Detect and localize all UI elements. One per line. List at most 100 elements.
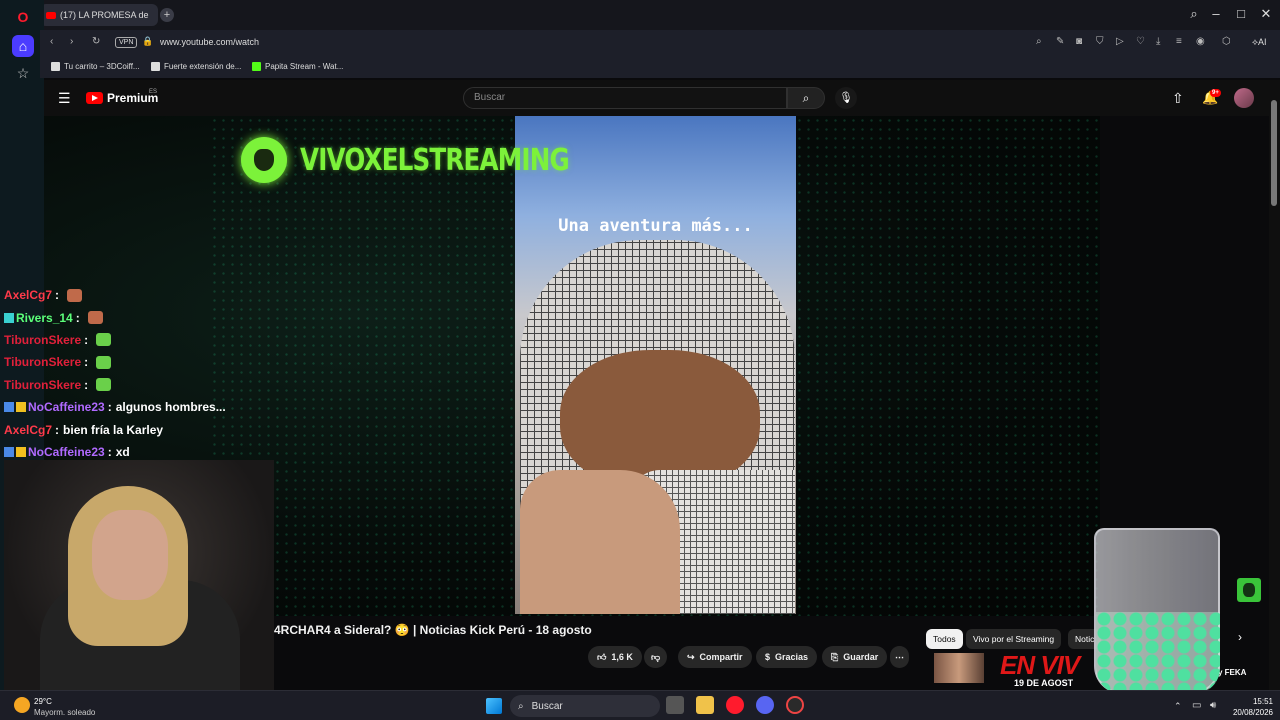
weather-temp[interactable]: 29°C [34, 697, 52, 706]
brand-logo-icon [241, 137, 287, 183]
tab-title: (17) LA PROMESA de [60, 10, 149, 20]
chat-username: TiburonSkere [4, 377, 82, 392]
chip-vivo[interactable]: Vivo por el Streaming [966, 629, 1062, 649]
like-button[interactable]: 👍︎ 1,6 K [588, 646, 642, 668]
app-icon[interactable] [786, 696, 804, 714]
youtube-favicon-icon [46, 11, 56, 19]
crown-badge-icon [16, 402, 26, 413]
camera-icon[interactable]: ◙ [1076, 36, 1082, 47]
taskbar-search[interactable]: ⌕ Buscar [510, 695, 660, 717]
profile-icon[interactable]: ◉ [1196, 36, 1205, 47]
avatar[interactable] [1234, 88, 1254, 108]
back-icon[interactable]: ‹ [50, 36, 53, 47]
recommended-thumbnail[interactable] [934, 653, 984, 683]
more-button[interactable]: ⋯ [890, 646, 909, 668]
thumbnail-title: EN VIV [1000, 650, 1080, 680]
chat-separator: : [55, 422, 60, 437]
chat-emote-icon [96, 355, 112, 369]
thumbnail-channel: y FEKA [1218, 668, 1247, 677]
new-tab-button[interactable]: + [160, 8, 174, 22]
file-explorer-icon[interactable] [696, 696, 714, 714]
thanks-button[interactable]: $ Gracias [756, 646, 818, 668]
opera-logo-icon[interactable]: O [12, 6, 34, 28]
chat-badge-icon [4, 312, 14, 323]
task-view-icon[interactable] [666, 696, 684, 714]
bookmark-item[interactable]: Papita Stream - Wat... [252, 62, 343, 71]
stream-chat: AxelCg7: Rivers_14: TiburonSkere: TiburonSk… [4, 284, 304, 463]
close-button[interactable]: ✕ [1256, 6, 1276, 22]
weather-desc[interactable]: Mayorm. soleado [34, 708, 95, 717]
share-button[interactable]: ↪ Compartir [678, 646, 752, 668]
url-text[interactable]: www.youtube.com/watch [160, 37, 259, 47]
menu-icon[interactable]: ≡ [1176, 36, 1182, 47]
search-button[interactable]: ⌕ [787, 87, 825, 109]
discord-icon[interactable] [756, 696, 774, 714]
chat-emote-icon [87, 311, 103, 325]
clock-date[interactable]: 20/08/2026 [1228, 708, 1273, 717]
dislike-button[interactable]: 👎︎ [644, 646, 668, 668]
shield-icon[interactable]: ⛉ [1096, 36, 1104, 47]
chip-todos[interactable]: Todos [926, 629, 963, 649]
bookmark-item[interactable]: Tu carrito – 3DCoiff... [51, 62, 140, 71]
youtube-logo[interactable]: Premium [86, 91, 158, 105]
chevron-up-icon[interactable]: ⌃ [1174, 701, 1182, 712]
chat-username: NoCaffeine23 [28, 400, 105, 415]
chat-username: NoCaffeine23 [28, 444, 105, 459]
volume-icon[interactable]: 🔊︎ [1210, 700, 1216, 711]
upload-icon[interactable]: ⇧ [1172, 90, 1184, 107]
lock-icon: 🔒 [142, 36, 154, 46]
brand-badge-icon [1237, 578, 1261, 602]
zoom-icon[interactable]: ⌕ [1036, 36, 1042, 47]
save-button[interactable]: ⎘ Guardar [822, 646, 888, 668]
more-icon: ⋯ [895, 651, 904, 662]
reload-icon[interactable]: ↻ [92, 36, 100, 47]
network-icon[interactable]: ▭ [1192, 700, 1201, 711]
chat-separator: : [84, 355, 89, 370]
chat-username: AxelCg7 [4, 288, 53, 303]
search-input[interactable]: Buscar [463, 87, 787, 109]
chat-message: TiburonSkere: [4, 374, 304, 396]
chevron-right-icon[interactable]: › [1238, 630, 1242, 644]
share-icon: ↪ [687, 651, 695, 662]
chat-message: AxelCg7: [4, 284, 304, 306]
chat-emote-icon [67, 288, 83, 302]
opera-taskbar-icon[interactable] [726, 696, 744, 714]
bookmark-item[interactable]: Fuerte extensión de... [151, 62, 241, 71]
chat-text: algunos hombres... [115, 400, 226, 415]
windows-start-icon[interactable] [486, 698, 502, 714]
ai-button[interactable]: ⟡AI [1252, 37, 1266, 48]
chat-text: xd [115, 444, 130, 459]
video-caption: Una aventura más... [558, 216, 753, 236]
chat-message: TiburonSkere: [4, 351, 304, 373]
heart-icon[interactable]: ♡ [1136, 36, 1145, 47]
brand-name: VIVOXELSTREAMING [300, 143, 570, 178]
hamburger-menu-icon[interactable]: ☰ [58, 90, 71, 107]
chat-separator: : [75, 310, 80, 325]
chat-username: TiburonSkere [4, 355, 82, 370]
play-icon[interactable]: ▷ [1116, 36, 1124, 47]
clock-time[interactable]: 15:51 [1230, 697, 1273, 706]
scrollbar-thumb[interactable] [1271, 100, 1277, 206]
chat-separator: : [84, 377, 89, 392]
minimize-button[interactable]: – [1206, 6, 1226, 21]
mic-icon[interactable]: 🎙 [835, 87, 857, 109]
thumbs-down-icon: 👎︎ [651, 651, 661, 662]
video-title: 4RCHAR4 a Sideral? 😳 | Noticias Kick Per… [274, 623, 592, 637]
download-icon[interactable]: ⤓ [1156, 36, 1160, 47]
extension-icon[interactable]: ⬡ [1222, 36, 1231, 47]
dollar-icon: $ [765, 652, 771, 662]
chat-separator: : [55, 288, 60, 303]
tab-youtube[interactable]: (17) LA PROMESA de [40, 4, 158, 26]
search-icon: ⌕ [802, 91, 810, 105]
maximize-button[interactable]: □ [1231, 6, 1251, 21]
home-icon[interactable]: ⌂ [12, 35, 34, 57]
forward-icon[interactable]: › [70, 36, 73, 47]
star-icon[interactable]: ☆ [12, 62, 34, 84]
search-tabs-icon[interactable]: ⌕ [1184, 6, 1204, 22]
thumbs-up-icon: 👍︎ [597, 651, 607, 662]
tab-bar [0, 0, 1280, 30]
weather-icon[interactable] [14, 697, 30, 713]
edit-icon[interactable]: ✎ [1056, 36, 1064, 47]
vpn-badge[interactable]: VPN [115, 37, 138, 48]
person-face [560, 350, 760, 490]
